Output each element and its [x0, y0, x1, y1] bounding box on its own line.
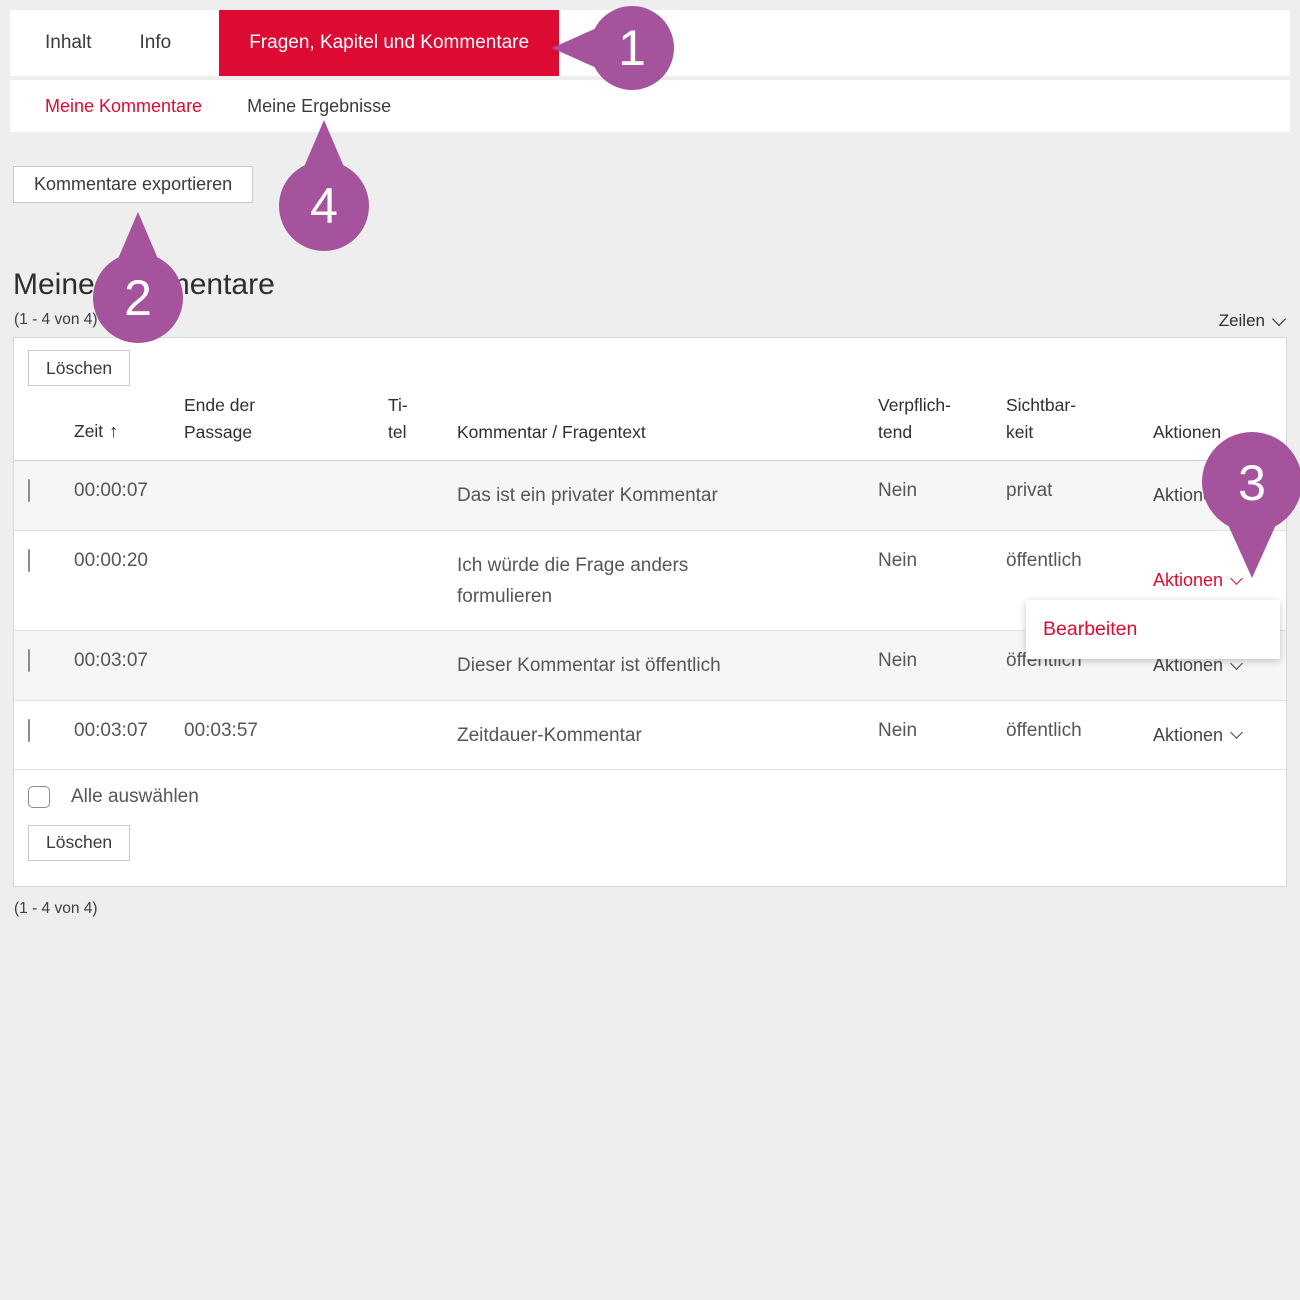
- tab-fragen-kapitel-kommentare[interactable]: Fragen, Kapitel und Kommentare: [219, 10, 559, 76]
- cell-comment: Dieser Kommentar ist öffentlich: [457, 650, 787, 681]
- main-tab-bar: Inhalt Info Fragen, Kapitel und Kommenta…: [10, 10, 1290, 76]
- cell-time: 00:03:07: [74, 650, 184, 681]
- annotation-marker-4: 4: [278, 118, 370, 252]
- export-comments-button[interactable]: Kommentare exportieren: [13, 166, 253, 203]
- sort-ascending-icon: ↑: [109, 421, 118, 441]
- actions-context-menu: Bearbeiten: [1026, 600, 1280, 659]
- cell-title: [388, 480, 457, 511]
- subtab-meine-kommentare[interactable]: Meine Kommentare: [45, 96, 202, 117]
- row-checkbox[interactable]: [28, 649, 30, 672]
- result-range-top: (1 - 4 von 4): [14, 311, 98, 329]
- header-sichtbarkeit: Sichtbar-keit: [1006, 392, 1153, 446]
- sub-tab-bar: Meine Kommentare Meine Ergebnisse: [10, 80, 1290, 132]
- chevron-down-icon: [1230, 572, 1243, 585]
- rows-per-page-label: Zeilen: [1219, 311, 1265, 331]
- cell-end: [184, 550, 388, 613]
- actions-label: Aktionen: [1153, 725, 1223, 746]
- delete-button-top[interactable]: Löschen: [28, 350, 130, 386]
- tab-inhalt[interactable]: Inhalt: [45, 32, 91, 54]
- page-title: Meine Kommentare: [13, 268, 275, 302]
- header-kommentar-fragentext: Kommentar / Fragentext: [457, 419, 878, 446]
- cell-title: [388, 650, 457, 681]
- cell-visibility: privat: [1006, 480, 1153, 511]
- row-checkbox[interactable]: [28, 719, 30, 742]
- cell-title: [388, 720, 457, 751]
- cell-time: 00:03:07: [74, 720, 184, 751]
- cell-end: [184, 480, 388, 511]
- actions-label: Aktionen: [1153, 570, 1223, 591]
- table-header-row: Zeit ↑ Ende der Passage Ti-tel Kommentar …: [14, 392, 1286, 461]
- cell-end: [184, 650, 388, 681]
- marker-number: 4: [310, 178, 338, 234]
- chevron-down-icon: [1230, 726, 1243, 739]
- header-zeit-label: Zeit: [74, 421, 103, 441]
- cell-end: 00:03:57: [184, 720, 388, 751]
- cell-comment: Das ist ein privater Kommentar: [457, 480, 787, 511]
- tab-info[interactable]: Info: [139, 32, 171, 54]
- cell-mandatory: Nein: [878, 480, 1006, 511]
- header-aktionen: Aktionen: [1153, 419, 1272, 446]
- header-verpflichtend: Verpflich-tend: [878, 392, 1006, 446]
- actions-link[interactable]: Aktionen: [1153, 480, 1272, 511]
- actions-link[interactable]: Aktionen: [1153, 720, 1272, 751]
- cell-mandatory: Nein: [878, 720, 1006, 751]
- actions-label: Aktionen: [1153, 485, 1223, 506]
- rows-per-page-dropdown[interactable]: Zeilen: [1219, 311, 1284, 331]
- cell-mandatory: Nein: [878, 650, 1006, 681]
- chevron-down-icon: [1272, 312, 1286, 326]
- row-checkbox[interactable]: [28, 549, 30, 572]
- cell-time: 00:00:20: [74, 550, 184, 613]
- page: Inhalt Info Fragen, Kapitel und Kommenta…: [0, 0, 1300, 1300]
- cell-visibility: öffentlich: [1006, 720, 1153, 751]
- cell-comment: Ich würde die Frage anders formulieren: [457, 550, 787, 613]
- header-ende-der-passage: Ende der Passage: [184, 392, 388, 446]
- cell-mandatory: Nein: [878, 550, 1006, 613]
- table-row: 00:03:07 00:03:57 Zeitdauer-Kommentar Ne…: [14, 700, 1286, 769]
- delete-button-bottom[interactable]: Löschen: [28, 825, 130, 861]
- row-checkbox[interactable]: [28, 479, 30, 502]
- cell-title: [388, 550, 457, 613]
- header-zeit[interactable]: Zeit ↑: [74, 418, 184, 446]
- header-titel: Ti-tel: [388, 392, 457, 446]
- table-footer: Alle auswählen Löschen: [14, 769, 1286, 861]
- subtab-meine-ergebnisse[interactable]: Meine Ergebnisse: [247, 96, 391, 117]
- cell-comment: Zeitdauer-Kommentar: [457, 720, 787, 751]
- select-all-label: Alle auswählen: [71, 786, 199, 808]
- chevron-down-icon: [1230, 487, 1243, 500]
- cell-time: 00:00:07: [74, 480, 184, 511]
- result-range-bottom: (1 - 4 von 4): [14, 900, 98, 918]
- table-row: 00:00:07 Das ist ein privater Kommentar …: [14, 461, 1286, 529]
- menu-item-bearbeiten[interactable]: Bearbeiten: [1043, 618, 1137, 641]
- select-all-checkbox[interactable]: [28, 786, 50, 808]
